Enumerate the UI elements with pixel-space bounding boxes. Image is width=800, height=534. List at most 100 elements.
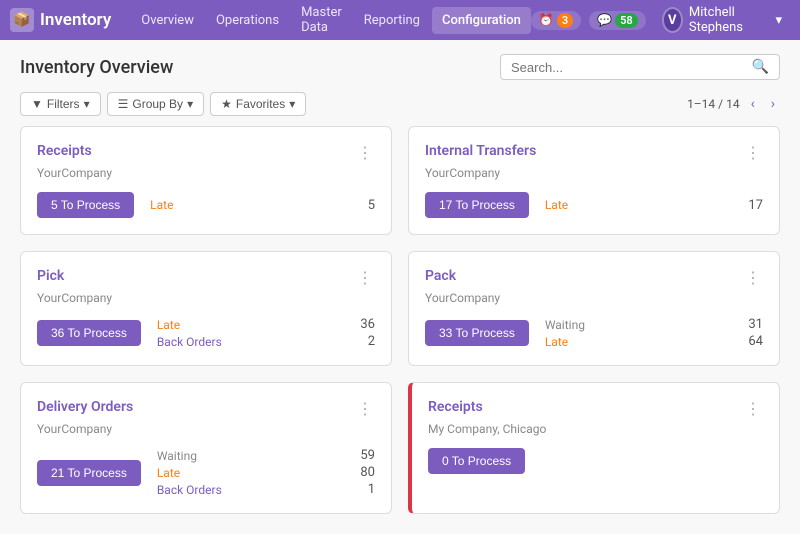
card-stats: Waiting 59 Late 80 Back Orders 1: [157, 448, 375, 497]
stat-row: Late 64: [545, 334, 763, 349]
card-company: My Company, Chicago: [428, 422, 763, 436]
process-button[interactable]: 36 To Process: [37, 320, 141, 346]
card-header: Internal Transfers ⋮: [425, 143, 763, 162]
nav-reporting[interactable]: Reporting: [354, 7, 430, 34]
favorites-caret-icon: ▾: [289, 97, 295, 111]
filters-button[interactable]: ▼ Filters ▾: [20, 92, 101, 116]
filter-caret-icon: ▾: [84, 97, 90, 111]
card-company: YourCompany: [425, 166, 763, 180]
stat-value: 31: [748, 317, 763, 332]
user-caret-icon: ▾: [775, 13, 782, 28]
card-company: YourCompany: [425, 291, 763, 305]
stat-row: Late 5: [150, 198, 375, 213]
card-header: Receipts ⋮: [37, 143, 375, 162]
pagination: 1–14 / 14 ‹ ›: [687, 94, 780, 114]
stat-value: 64: [748, 334, 763, 349]
card-menu-button[interactable]: ⋮: [357, 143, 375, 162]
process-button[interactable]: 5 To Process: [37, 192, 134, 218]
prev-page-button[interactable]: ‹: [746, 94, 760, 114]
nav-operations[interactable]: Operations: [206, 7, 289, 34]
card-body: 17 To Process Late 17: [425, 192, 763, 218]
stat-label: Waiting: [157, 449, 197, 463]
card-stats: Late 17: [545, 198, 763, 213]
clock-icon: ⏰: [539, 13, 554, 27]
pagination-text: 1–14 / 14: [687, 97, 740, 111]
clock-badge[interactable]: ⏰ 3: [531, 11, 581, 30]
card-company: YourCompany: [37, 166, 375, 180]
cards-grid: Receipts ⋮ YourCompany 5 To Process Late…: [0, 126, 800, 534]
navbar: 📦 Inventory Overview Operations Master D…: [0, 0, 800, 40]
nav-links: Overview Operations Master Data Reportin…: [131, 0, 531, 41]
card-body: 36 To Process Late 36 Back Orders 2: [37, 317, 375, 349]
search-input[interactable]: [511, 60, 752, 75]
brand[interactable]: 📦 Inventory: [10, 8, 111, 32]
user-name: Mitchell Stephens: [689, 5, 770, 35]
group-icon: ☰: [118, 97, 129, 111]
chat-icon: 💬: [597, 13, 612, 27]
card-menu-button[interactable]: ⋮: [745, 399, 763, 418]
stat-row: Late 36: [157, 317, 375, 332]
stat-label: Back Orders: [157, 335, 222, 349]
process-button[interactable]: 21 To Process: [37, 460, 141, 486]
card-title[interactable]: Internal Transfers: [425, 143, 536, 159]
stat-row: Late 80: [157, 465, 375, 480]
nav-configuration[interactable]: Configuration: [432, 7, 531, 34]
card-company: YourCompany: [37, 422, 375, 436]
group-caret-icon: ▾: [187, 97, 193, 111]
card-title[interactable]: Receipts: [428, 399, 483, 415]
card-title[interactable]: Receipts: [37, 143, 92, 159]
star-icon: ★: [221, 97, 232, 111]
card-menu-button[interactable]: ⋮: [357, 399, 375, 418]
stat-value: 5: [368, 198, 375, 213]
card-menu-button[interactable]: ⋮: [745, 143, 763, 162]
stat-value: 36: [360, 317, 375, 332]
card-receipts-chicago: Receipts ⋮ My Company, Chicago 0 To Proc…: [408, 382, 780, 514]
stat-label: Late: [545, 335, 568, 349]
stat-label: Late: [150, 198, 173, 212]
stat-value: 1: [368, 482, 375, 497]
card-header: Pick ⋮: [37, 268, 375, 287]
stat-value: 2: [368, 334, 375, 349]
brand-icon: 📦: [10, 8, 34, 32]
chat-badge[interactable]: 💬 58: [589, 11, 646, 30]
user-menu[interactable]: V Mitchell Stephens ▾: [654, 1, 790, 39]
card-title[interactable]: Pick: [37, 268, 64, 284]
process-button[interactable]: 33 To Process: [425, 320, 529, 346]
stat-value: 80: [360, 465, 375, 480]
card-internal-transfers: Internal Transfers ⋮ YourCompany 17 To P…: [408, 126, 780, 235]
process-button[interactable]: 17 To Process: [425, 192, 529, 218]
favorites-label: Favorites: [236, 97, 285, 111]
card-pack: Pack ⋮ YourCompany 33 To Process Waiting…: [408, 251, 780, 366]
filters-label: Filters: [47, 97, 80, 111]
card-title[interactable]: Delivery Orders: [37, 399, 133, 415]
group-by-button[interactable]: ☰ Group By ▾: [107, 92, 205, 116]
card-menu-button[interactable]: ⋮: [357, 268, 375, 287]
card-body: 33 To Process Waiting 31 Late 64: [425, 317, 763, 349]
search-bar[interactable]: 🔍: [500, 54, 780, 80]
card-receipts: Receipts ⋮ YourCompany 5 To Process Late…: [20, 126, 392, 235]
user-avatar: V: [662, 7, 683, 33]
card-body: 0 To Process: [428, 448, 763, 474]
card-stats: Waiting 31 Late 64: [545, 317, 763, 349]
card-header: Pack ⋮: [425, 268, 763, 287]
favorites-button[interactable]: ★ Favorites ▾: [210, 92, 306, 116]
card-company: YourCompany: [37, 291, 375, 305]
page-header: Inventory Overview 🔍: [0, 40, 800, 88]
stat-label: Late: [545, 198, 568, 212]
stat-label: Waiting: [545, 318, 585, 332]
nav-master-data[interactable]: Master Data: [291, 0, 352, 41]
card-title[interactable]: Pack: [425, 268, 456, 284]
stat-label: Late: [157, 318, 180, 332]
page-title: Inventory Overview: [20, 57, 173, 78]
card-menu-button[interactable]: ⋮: [745, 268, 763, 287]
card-body: 5 To Process Late 5: [37, 192, 375, 218]
nav-overview[interactable]: Overview: [131, 7, 204, 34]
card-header: Receipts ⋮: [428, 399, 763, 418]
process-button[interactable]: 0 To Process: [428, 448, 525, 474]
stat-row: Back Orders 1: [157, 482, 375, 497]
filter-icon: ▼: [31, 97, 43, 111]
next-page-button[interactable]: ›: [766, 94, 780, 114]
stat-label: Back Orders: [157, 483, 222, 497]
brand-label: Inventory: [40, 10, 111, 30]
stat-row: Waiting 59: [157, 448, 375, 463]
